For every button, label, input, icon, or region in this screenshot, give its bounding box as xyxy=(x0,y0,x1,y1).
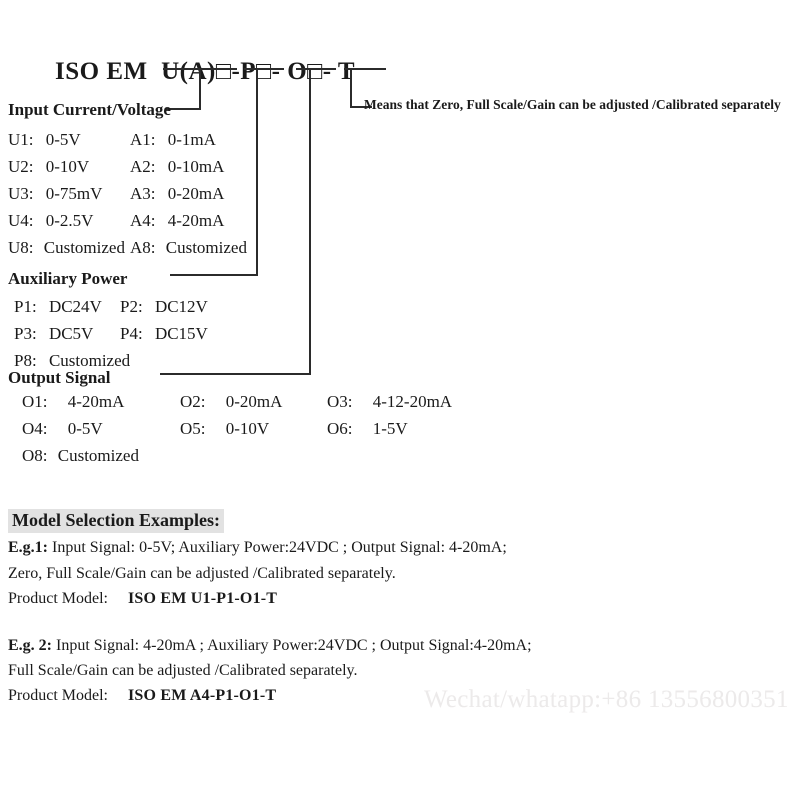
option-value: 0-2.5V xyxy=(45,211,94,230)
option-code: A4: xyxy=(130,211,156,230)
option-code: U3: xyxy=(8,184,34,203)
example-spec-line: E.g. 2: Input Signal: 4-20mA ; Auxiliary… xyxy=(8,637,532,655)
option-value: DC15V xyxy=(154,324,208,343)
option-code: U2: xyxy=(8,157,34,176)
leader-note-drop xyxy=(350,68,352,108)
input-voltage-option: U1: 0-5V xyxy=(8,130,81,150)
output-option: O3: 4-12-20mA xyxy=(327,392,452,412)
leader-power-drop xyxy=(256,68,258,276)
leader-power-turn xyxy=(170,274,258,276)
example-spec: Input Signal: 4-20mA ; Auxiliary Power:2… xyxy=(52,637,532,654)
option-value: 0-5V xyxy=(67,419,103,438)
output-option: O6: 1-5V xyxy=(327,419,408,439)
example-tag: E.g. 2: xyxy=(8,637,52,654)
option-value: Customized xyxy=(57,446,139,465)
option-value: Customized xyxy=(43,238,125,257)
product-model-value: ISO EM U1-P1-O1-T xyxy=(128,590,278,607)
example-model-line: Product Model: ISO EM A4-P1-O1-T xyxy=(8,687,276,705)
output-option: O4: 0-5V xyxy=(22,419,103,439)
watermark-contact: Wechat/whatapp:+86 13556800351 xyxy=(424,686,789,713)
option-code: P2: xyxy=(120,297,143,316)
option-value: 0-75mV xyxy=(45,184,103,203)
power-option: P4: DC15V xyxy=(120,324,208,344)
output-option: O5: 0-10V xyxy=(180,419,269,439)
example-spec: Input Signal: 0-5V; Auxiliary Power:24VD… xyxy=(48,539,507,556)
option-code: P4: xyxy=(120,324,143,343)
model-selection-guide: ISO EM U(A)□-P□- O□- T Means that Zero, … xyxy=(0,0,800,800)
option-code: U1: xyxy=(8,130,34,149)
section-heading-input: Input Current/Voltage xyxy=(8,100,171,119)
option-value: 1-5V xyxy=(372,419,408,438)
output-option: O2: 0-20mA xyxy=(180,392,282,412)
example-model-line: Product Model: ISO EM U1-P1-O1-T xyxy=(8,590,277,608)
input-current-option: A1: 0-1mA xyxy=(130,130,216,150)
option-code: U4: xyxy=(8,211,34,230)
leader-output-turn xyxy=(160,373,311,375)
power-option: P3: DC5V xyxy=(14,324,93,344)
input-voltage-option: U8: Customized xyxy=(8,238,125,258)
leader-power-bar xyxy=(244,68,284,70)
leader-input-drop xyxy=(199,68,201,110)
option-code: P1: xyxy=(14,297,37,316)
example-tag: E.g.1: xyxy=(8,539,48,556)
option-code: A1: xyxy=(130,130,156,149)
option-code: A2: xyxy=(130,157,156,176)
example-spec-line: E.g.1: Input Signal: 0-5V; Auxiliary Pow… xyxy=(8,539,507,557)
section-heading-power: Auxiliary Power xyxy=(8,269,128,288)
option-code: O5: xyxy=(180,419,206,438)
option-value: 4-20mA xyxy=(67,392,125,411)
option-value: 4-12-20mA xyxy=(372,392,453,411)
section-heading-output: Output Signal xyxy=(8,368,111,387)
output-option: O8: Customized xyxy=(22,446,139,466)
product-model-value: ISO EM A4-P1-O1-T xyxy=(128,687,277,704)
option-code: A8: xyxy=(130,238,156,257)
option-value: 0-10V xyxy=(45,157,90,176)
input-voltage-option: U2: 0-10V xyxy=(8,157,89,177)
power-option: P1: DC24V xyxy=(14,297,102,317)
input-voltage-option: U4: 0-2.5V xyxy=(8,211,93,231)
product-model-label: Product Model: xyxy=(8,687,108,704)
option-code: O4: xyxy=(22,419,48,438)
option-value: DC24V xyxy=(48,297,102,316)
option-code: O1: xyxy=(22,392,48,411)
option-code: O6: xyxy=(327,419,353,438)
option-value: DC5V xyxy=(48,324,94,343)
option-code: O8: xyxy=(22,446,48,465)
input-current-option: A3: 0-20mA xyxy=(130,184,224,204)
output-option: O1: 4-20mA xyxy=(22,392,124,412)
option-code: P3: xyxy=(14,324,37,343)
option-value: 4-20mA xyxy=(167,211,225,230)
examples-heading: Model Selection Examples: xyxy=(8,509,224,533)
option-value: DC12V xyxy=(154,297,208,316)
calibration-note: Means that Zero, Full Scale/Gain can be … xyxy=(364,97,781,112)
product-model-label: Product Model: xyxy=(8,590,108,607)
leader-output-drop xyxy=(309,68,311,375)
option-value: 0-20mA xyxy=(167,184,225,203)
example-note-line: Full Scale/Gain can be adjusted /Calibra… xyxy=(8,662,358,679)
input-current-option: A4: 4-20mA xyxy=(130,211,224,231)
option-value: 0-20mA xyxy=(225,392,283,411)
power-option: P2: DC12V xyxy=(120,297,208,317)
option-value: 0-1mA xyxy=(167,130,216,149)
input-current-option: A2: 0-10mA xyxy=(130,157,224,177)
example-note-line: Zero, Full Scale/Gain can be adjusted /C… xyxy=(8,565,396,582)
leader-output-bar xyxy=(296,68,336,70)
option-code: O2: xyxy=(180,392,206,411)
option-code: A3: xyxy=(130,184,156,203)
input-current-option: A8: Customized xyxy=(130,238,247,258)
option-value: Customized xyxy=(165,238,247,257)
option-code: U8: xyxy=(8,238,34,257)
option-value: 0-10V xyxy=(225,419,270,438)
option-code: O3: xyxy=(327,392,353,411)
option-value: 0-5V xyxy=(45,130,81,149)
input-voltage-option: U3: 0-75mV xyxy=(8,184,102,204)
option-value: 0-10mA xyxy=(167,157,225,176)
